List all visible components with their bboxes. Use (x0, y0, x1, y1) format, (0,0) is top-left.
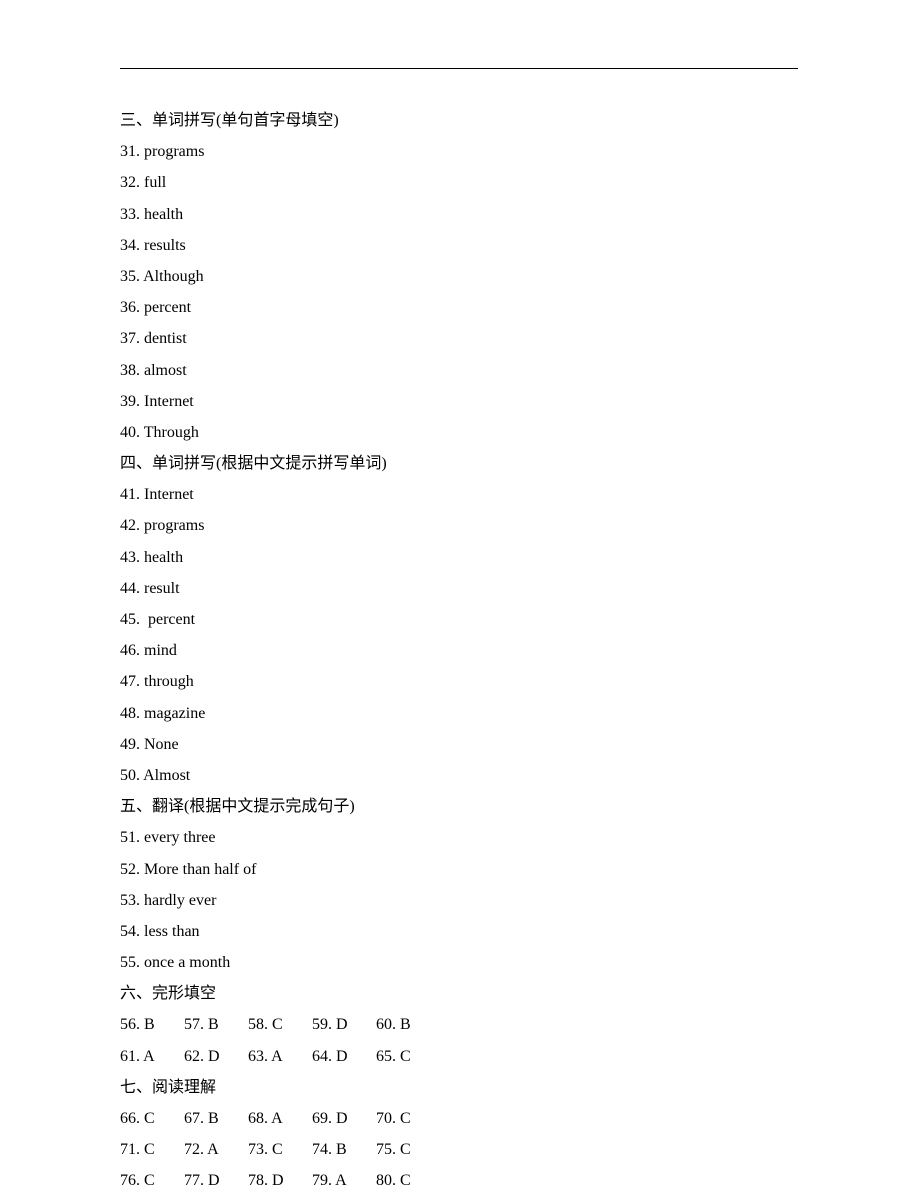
answer-item: 51. every three (120, 822, 798, 853)
answer-item: 54. less than (120, 916, 798, 947)
document-content: 三、单词拼写(单句首字母填空) 31. programs 32. full 33… (120, 105, 798, 1197)
answer-item: 33. health (120, 199, 798, 230)
answer-cell: 79. A (312, 1165, 376, 1196)
answer-item: 46. mind (120, 635, 798, 666)
answer-item: 49. None (120, 729, 798, 760)
answer-cell: 74. B (312, 1134, 376, 1165)
section-heading: 四、单词拼写(根据中文提示拼写单词) (120, 448, 798, 479)
answer-cell: 63. A (248, 1041, 312, 1072)
answer-row: 71. C 72. A 73. C 74. B 75. C (120, 1134, 798, 1165)
answer-cell: 77. D (184, 1165, 248, 1196)
answer-item: 53. hardly ever (120, 885, 798, 916)
answer-item: 55. once a month (120, 947, 798, 978)
answer-cell: 76. C (120, 1165, 184, 1196)
answer-item: 37. dentist (120, 323, 798, 354)
answer-cell: 75. C (376, 1134, 440, 1165)
answer-item: 39. Internet (120, 386, 798, 417)
answer-item: 47. through (120, 666, 798, 697)
answer-cell: 60. B (376, 1009, 440, 1040)
answer-cell: 73. C (248, 1134, 312, 1165)
answer-cell: 57. B (184, 1009, 248, 1040)
section-heading: 三、单词拼写(单句首字母填空) (120, 105, 798, 136)
answer-item: 35. Although (120, 261, 798, 292)
answer-row: 76. C 77. D 78. D 79. A 80. C (120, 1165, 798, 1196)
answer-item: 38. almost (120, 355, 798, 386)
answer-row: 56. B 57. B 58. C 59. D 60. B (120, 1009, 798, 1040)
section-heading: 五、翻译(根据中文提示完成句子) (120, 791, 798, 822)
answer-cell: 71. C (120, 1134, 184, 1165)
section-heading: 六、完形填空 (120, 978, 798, 1009)
answer-item: 40. Through (120, 417, 798, 448)
answer-cell: 72. A (184, 1134, 248, 1165)
answer-item: 45. percent (120, 604, 798, 635)
answer-cell: 62. D (184, 1041, 248, 1072)
answer-item: 41. Internet (120, 479, 798, 510)
answer-item: 52. More than half of (120, 854, 798, 885)
answer-item: 48. magazine (120, 698, 798, 729)
answer-row: 61. A 62. D 63. A 64. D 65. C (120, 1041, 798, 1072)
answer-cell: 59. D (312, 1009, 376, 1040)
horizontal-rule (120, 68, 798, 69)
answer-item: 34. results (120, 230, 798, 261)
answer-cell: 64. D (312, 1041, 376, 1072)
answer-cell: 68. A (248, 1103, 312, 1134)
answer-cell: 69. D (312, 1103, 376, 1134)
answer-item: 43. health (120, 542, 798, 573)
answer-item: 50. Almost (120, 760, 798, 791)
answer-cell: 65. C (376, 1041, 440, 1072)
answer-cell: 78. D (248, 1165, 312, 1196)
answer-cell: 56. B (120, 1009, 184, 1040)
answer-cell: 67. B (184, 1103, 248, 1134)
section-heading: 七、阅读理解 (120, 1072, 798, 1103)
answer-cell: 58. C (248, 1009, 312, 1040)
answer-cell: 61. A (120, 1041, 184, 1072)
answer-item: 31. programs (120, 136, 798, 167)
answer-row: 66. C 67. B 68. A 69. D 70. C (120, 1103, 798, 1134)
answer-item: 36. percent (120, 292, 798, 323)
answer-item: 44. result (120, 573, 798, 604)
answer-item: 42. programs (120, 510, 798, 541)
answer-item: 32. full (120, 167, 798, 198)
answer-cell: 66. C (120, 1103, 184, 1134)
answer-cell: 80. C (376, 1165, 440, 1196)
answer-cell: 70. C (376, 1103, 440, 1134)
